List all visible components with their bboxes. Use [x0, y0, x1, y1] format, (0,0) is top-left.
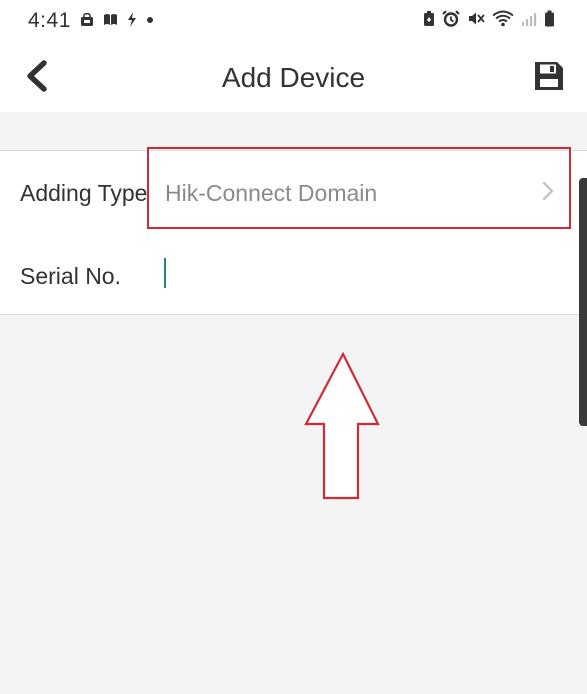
- status-time: 4:41: [28, 9, 71, 32]
- serial-no-input[interactable]: [160, 253, 560, 293]
- battery-icon: [544, 10, 555, 27]
- save-icon: [533, 60, 565, 97]
- bag-icon: [80, 12, 94, 27]
- signal-icon: [521, 11, 537, 27]
- status-bar: 4:41: [0, 0, 587, 42]
- serial-no-label: Serial No.: [20, 263, 121, 289]
- save-button[interactable]: [531, 60, 567, 96]
- alarm-icon: [442, 10, 460, 27]
- highlight-box: [147, 147, 571, 229]
- wifi-icon: [492, 10, 514, 27]
- status-left-icons: [80, 12, 154, 27]
- dot-icon: [146, 16, 154, 24]
- text-caret: [164, 258, 166, 288]
- adding-type-label: Adding Type: [20, 180, 148, 206]
- flash-icon: [127, 12, 137, 27]
- status-right-icons: [423, 10, 555, 27]
- page-title: Add Device: [221, 62, 366, 93]
- app-header: Add Device: [0, 42, 587, 112]
- up-arrow-annotation: [300, 350, 384, 507]
- battery-saver-icon: [423, 10, 435, 27]
- mute-icon: [467, 10, 485, 27]
- scroll-handle[interactable]: [579, 178, 587, 426]
- book-icon: [103, 13, 118, 26]
